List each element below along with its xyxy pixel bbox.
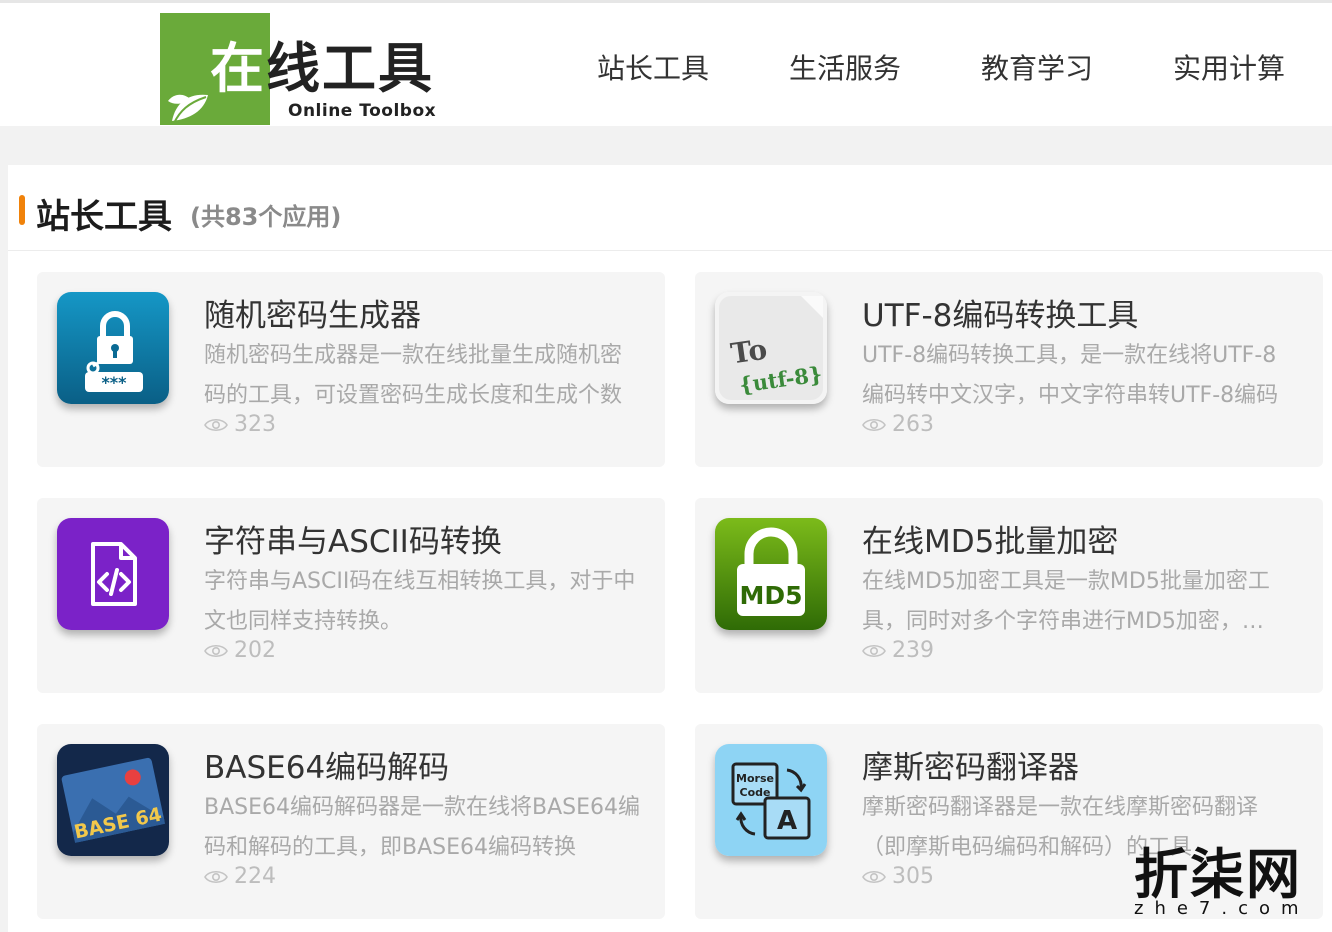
lock-password-icon: *** <box>57 292 169 404</box>
code-file-icon <box>57 518 169 630</box>
card-title: 摩斯密码翻译器 <box>862 750 1079 786</box>
view-count-value: 239 <box>892 638 934 663</box>
site-header: 在线工具 Online Toolbox 站长工具 生活服务 教育学习 实用计算 <box>0 0 1332 126</box>
nav-item-webmaster-tools[interactable]: 站长工具 <box>597 47 709 87</box>
section-accent-bar <box>19 195 25 225</box>
card-title: 字符串与ASCII码转换 <box>204 524 502 560</box>
view-count-value: 305 <box>892 864 934 889</box>
view-count-value: 202 <box>234 638 276 663</box>
card-description: 字符串与ASCII码在线互相转换工具，对于中文也同样支持转换。 <box>204 569 636 634</box>
content-panel: 站长工具 (共83个应用) *** 随机密码生成器 随机密码生成器是一款在线批量… <box>8 165 1332 932</box>
eye-icon <box>862 418 886 432</box>
tool-card-ascii-convert[interactable]: 字符串与ASCII码转换 字符串与ASCII码在线互相转换工具，对于中文也同样支… <box>37 498 665 693</box>
svg-text:MD5: MD5 <box>739 581 802 610</box>
view-count-value: 263 <box>892 412 934 437</box>
utf8-convert-icon: To {utf-8} <box>715 292 827 404</box>
tool-card-md5-encrypt[interactable]: MD5 在线MD5批量加密 在线MD5加密工具是一款MD5批量加密工具，同时对多… <box>695 498 1323 693</box>
tool-card-base64[interactable]: BASE 64 BASE64编码解码 BASE64编码解码器是一款在线将BASE… <box>37 724 665 919</box>
logo-subtitle: Online Toolbox <box>288 101 437 121</box>
eye-icon <box>204 870 228 884</box>
section-app-count: (共83个应用) <box>190 203 342 231</box>
card-description: 随机密码生成器是一款在线批量生成随机密码的工具，可设置密码生成长度和生成个数 <box>204 343 623 408</box>
card-title: UTF-8编码转换工具 <box>862 298 1139 334</box>
base64-image-icon: BASE 64 <box>57 744 169 856</box>
section-title: 站长工具 <box>36 197 172 237</box>
card-description: UTF-8编码转换工具，是一款在线将UTF-8编码转中文汉字，中文字符串转UTF… <box>862 343 1279 408</box>
view-count: 202 <box>204 638 276 663</box>
nav-item-education[interactable]: 教育学习 <box>981 47 1093 87</box>
card-description: 在线MD5加密工具是一款MD5批量加密工具，同时对多个字符串进行MD5加密，… <box>862 569 1270 634</box>
eye-icon <box>862 870 886 884</box>
watermark-url: zhe7.com <box>1134 898 1310 919</box>
view-count: 263 <box>862 412 934 437</box>
card-title: BASE64编码解码 <box>204 750 450 786</box>
view-count: 323 <box>204 412 276 437</box>
svg-text:***: *** <box>101 373 127 392</box>
morse-translate-icon: Morse Code A <box>715 744 827 856</box>
svg-text:Morse: Morse <box>736 772 774 785</box>
logo-wordmark: 在线工具 <box>210 39 434 99</box>
view-count: 305 <box>862 864 934 889</box>
eye-icon <box>862 644 886 658</box>
tool-card-random-password[interactable]: *** 随机密码生成器 随机密码生成器是一款在线批量生成随机密码的工具，可设置密… <box>37 272 665 467</box>
eye-icon <box>204 418 228 432</box>
logo-first-char: 在 <box>210 37 266 100</box>
view-count: 224 <box>204 864 276 889</box>
svg-text:A: A <box>777 806 797 836</box>
md5-lock-icon: MD5 <box>715 518 827 630</box>
site-logo[interactable]: 在线工具 Online Toolbox <box>160 13 450 129</box>
nav-item-calculators[interactable]: 实用计算 <box>1173 47 1285 87</box>
view-count: 239 <box>862 638 934 663</box>
card-title: 随机密码生成器 <box>204 298 421 334</box>
eye-icon <box>204 644 228 658</box>
view-count-value: 224 <box>234 864 276 889</box>
section-header: 站长工具 (共83个应用) <box>8 165 1332 251</box>
card-title: 在线MD5批量加密 <box>862 524 1119 560</box>
card-description: BASE64编码解码器是一款在线将BASE64编码和解码的工具，即BASE64编… <box>204 795 640 860</box>
nav-item-life-services[interactable]: 生活服务 <box>789 47 901 87</box>
site-watermark: 折柒网 zhe7.com <box>1128 830 1328 930</box>
tool-card-utf8-convert[interactable]: To {utf-8} UTF-8编码转换工具 UTF-8编码转换工具，是一款在线… <box>695 272 1323 467</box>
view-count-value: 323 <box>234 412 276 437</box>
svg-text:To: To <box>729 333 770 371</box>
logo-rest-chars: 线工具 <box>266 37 434 100</box>
